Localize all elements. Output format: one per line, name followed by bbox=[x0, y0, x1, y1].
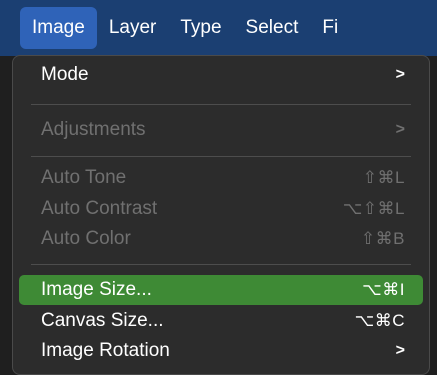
menu-item-auto-contrast[interactable]: Auto Contrast ⌥⇧⌘L bbox=[19, 194, 423, 224]
menu-item-mode[interactable]: Mode > bbox=[19, 60, 423, 90]
menu-item-canvas-size[interactable]: Canvas Size... ⌥⌘C bbox=[19, 306, 423, 336]
keyboard-shortcut: ⌥⇧⌘L bbox=[342, 199, 405, 218]
menu-item-label: Mode bbox=[41, 64, 89, 85]
menu-item-adjustments[interactable]: Adjustments > bbox=[19, 115, 423, 145]
menu-item-label: Canvas Size... bbox=[41, 310, 164, 331]
image-menu-dropdown: Mode > Adjustments > Auto Tone ⇧⌘L Auto … bbox=[12, 55, 430, 375]
menu-image[interactable]: Image bbox=[20, 7, 97, 49]
menu-item-label: Adjustments bbox=[41, 119, 146, 140]
menu-item-auto-tone[interactable]: Auto Tone ⇧⌘L bbox=[19, 163, 423, 193]
menu-item-label: Image Rotation bbox=[41, 340, 170, 361]
menu-item-label: Auto Color bbox=[41, 228, 131, 249]
submenu-chevron-icon: > bbox=[395, 121, 405, 138]
menu-select[interactable]: Select bbox=[234, 7, 311, 49]
menu-bar: Image Layer Type Select Fi bbox=[0, 0, 437, 56]
menu-item-auto-color[interactable]: Auto Color ⇧⌘B bbox=[19, 224, 423, 254]
menu-item-image-size[interactable]: Image Size... ⌥⌘I bbox=[19, 275, 423, 305]
menu-file[interactable]: Fi bbox=[310, 7, 338, 49]
submenu-chevron-icon: > bbox=[395, 66, 405, 83]
menu-separator bbox=[31, 264, 411, 265]
keyboard-shortcut: ⌥⌘C bbox=[354, 311, 405, 330]
submenu-chevron-icon: > bbox=[395, 342, 405, 359]
menu-item-label: Auto Contrast bbox=[41, 198, 158, 219]
keyboard-shortcut: ⇧⌘B bbox=[360, 229, 405, 248]
menu-type[interactable]: Type bbox=[168, 7, 233, 49]
menu-layer[interactable]: Layer bbox=[97, 7, 169, 49]
keyboard-shortcut: ⇧⌘L bbox=[362, 168, 405, 187]
menu-item-label: Image Size... bbox=[41, 279, 152, 300]
menu-separator bbox=[31, 156, 411, 157]
menu-item-label: Auto Tone bbox=[41, 167, 127, 188]
keyboard-shortcut: ⌥⌘I bbox=[362, 280, 405, 299]
menu-separator bbox=[31, 104, 411, 105]
